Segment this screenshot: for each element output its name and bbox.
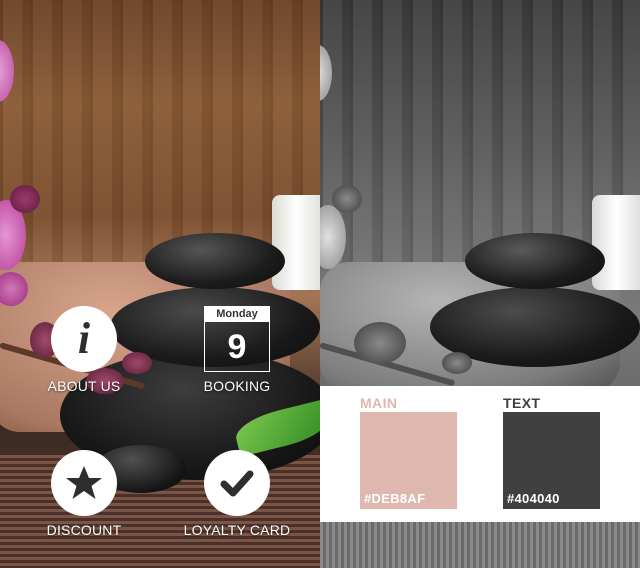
- nav-booking-label: BOOKING: [203, 378, 271, 394]
- color-palette: MAIN #DEB8AF TEXT #404040: [320, 386, 640, 522]
- swatch-text-code: #404040: [507, 491, 560, 506]
- checkmark-icon: [204, 450, 270, 516]
- nav-loyalty-card[interactable]: LOYALTY CARD: [167, 450, 307, 538]
- calendar-weekday: Monday: [205, 307, 269, 322]
- candle-image: [272, 195, 320, 290]
- swatch-main: #DEB8AF: [360, 412, 457, 509]
- swatch-main-code: #DEB8AF: [364, 491, 426, 506]
- calendar-icon: Monday 9: [204, 306, 270, 372]
- candle-image-grayscale: [592, 195, 640, 290]
- calendar-day: 9: [227, 328, 247, 366]
- info-icon: i: [51, 306, 117, 372]
- swatch-main-group: MAIN #DEB8AF: [360, 394, 457, 509]
- nav-discount-label: DISCOUNT: [46, 522, 122, 538]
- orchid-bud-grayscale: [442, 352, 472, 374]
- orchid-bud-grayscale: [354, 322, 406, 364]
- nav-about-us[interactable]: i ABOUT US: [14, 306, 154, 394]
- nav-loyalty-card-label: LOYALTY CARD: [183, 522, 291, 538]
- bamboo-mat-grayscale: [320, 522, 640, 568]
- orchid-bud: [10, 185, 40, 213]
- swatch-text-group: TEXT #404040: [503, 394, 600, 509]
- nav-discount[interactable]: DISCOUNT: [14, 450, 154, 538]
- app-home-screen: i ABOUT US Monday 9 BOOKING DISCOUNT LOY…: [0, 0, 320, 568]
- style-guide-panel: MAIN #DEB8AF TEXT #404040: [320, 0, 640, 568]
- nav-about-us-label: ABOUT US: [47, 378, 121, 394]
- orchid-bud-grayscale: [332, 185, 362, 213]
- swatch-text-title: TEXT: [503, 395, 541, 411]
- star-icon: [51, 450, 117, 516]
- swatch-text: #404040: [503, 412, 600, 509]
- stone-top-grayscale: [465, 233, 605, 289]
- nav-booking[interactable]: Monday 9 BOOKING: [167, 306, 307, 394]
- swatch-main-title: MAIN: [360, 395, 398, 411]
- stone-top: [145, 233, 285, 289]
